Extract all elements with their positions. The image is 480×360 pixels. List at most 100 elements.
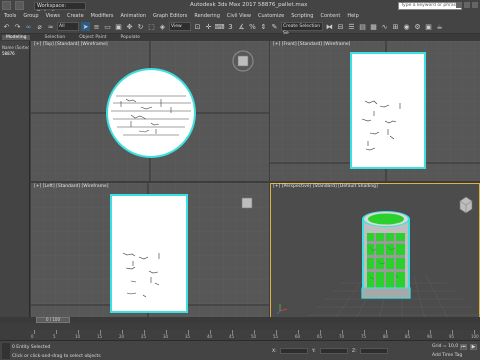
timeline-tick-label: 90 bbox=[427, 334, 433, 339]
go-to-start-icon[interactable]: ⏮ bbox=[460, 344, 467, 350]
snaps-toggle-icon[interactable]: 3 bbox=[226, 22, 235, 31]
menu-modifiers[interactable]: Modifiers bbox=[91, 13, 114, 19]
angle-snap-icon[interactable]: ∡ bbox=[237, 22, 246, 31]
minimize-icon[interactable] bbox=[456, 2, 462, 8]
scene-explorer-icon[interactable]: ☰ bbox=[347, 22, 356, 31]
z-coord-field[interactable] bbox=[360, 348, 388, 354]
tab-selection[interactable]: Selection bbox=[44, 35, 65, 40]
timeline-tick-label: 10 bbox=[75, 334, 81, 339]
timeline-tick-label: 30 bbox=[163, 334, 169, 339]
viewport-top-label[interactable]: [+] [Top] [Standard] [Wireframe] bbox=[34, 42, 108, 47]
render-icon[interactable]: ☕ bbox=[435, 22, 444, 31]
menu-animation[interactable]: Animation bbox=[121, 13, 147, 19]
tab-modeling[interactable]: Modeling bbox=[2, 35, 31, 40]
axis-gizmo bbox=[276, 304, 288, 315]
menu-views[interactable]: Views bbox=[46, 13, 60, 19]
viewport-perspective-canvas bbox=[276, 196, 480, 323]
menu-graph-editors[interactable]: Graph Editors bbox=[153, 13, 187, 19]
app-menu-icon[interactable] bbox=[2, 1, 11, 10]
viewport-top[interactable]: [+] [Top] [Standard] [Wireframe] bbox=[31, 41, 269, 181]
viewcube-left bbox=[241, 197, 253, 209]
time-slider-handle[interactable]: 0 / 100 bbox=[36, 317, 70, 323]
grid-size: Grid = 10,0 bbox=[432, 344, 459, 349]
pivot-icon[interactable]: ⊡ bbox=[193, 22, 202, 31]
named-selection-dropdown[interactable]: Create Selection Se bbox=[281, 22, 323, 36]
reference-coordinate-dropdown[interactable]: View bbox=[169, 22, 191, 31]
select-manipulate-icon[interactable]: ✛ bbox=[204, 22, 213, 31]
tab-object-paint[interactable]: Object Paint bbox=[79, 35, 106, 40]
menu-help[interactable]: Help bbox=[347, 13, 358, 19]
redo-icon[interactable]: ↷ bbox=[13, 22, 22, 31]
rotate-icon[interactable]: ↻ bbox=[136, 22, 145, 31]
window-crossing-icon[interactable]: ▣ bbox=[114, 22, 123, 31]
menu-tools[interactable]: Tools bbox=[4, 13, 16, 19]
scene-explorer-item[interactable]: 58876 bbox=[0, 51, 29, 57]
menu-civil-view[interactable]: Civil View bbox=[227, 13, 251, 19]
edit-named-selection-icon[interactable]: ✎ bbox=[270, 22, 279, 31]
keyboard-shortcut-icon[interactable]: ⌨ bbox=[214, 22, 224, 31]
bind-spacewarp-icon[interactable]: ≈ bbox=[46, 22, 55, 31]
x-coord-label: X: bbox=[272, 349, 277, 354]
play-icon[interactable]: ▶ bbox=[470, 344, 477, 350]
maxscript-listener[interactable] bbox=[2, 343, 10, 359]
timeline-tick-label: 0 bbox=[31, 334, 34, 339]
menu-scripting[interactable]: Scripting bbox=[291, 13, 313, 19]
viewport-left[interactable]: [+] [Left] [Standard] [Wireframe] bbox=[31, 183, 269, 323]
menu-group[interactable]: Group bbox=[23, 13, 38, 19]
menu-bar: Tools Group Views Create Modifiers Anima… bbox=[0, 11, 480, 20]
viewport-perspective-label[interactable]: [+] [Perspective] [Standard] [Default Sh… bbox=[273, 184, 378, 189]
move-icon[interactable]: ✥ bbox=[125, 22, 134, 31]
scale-icon[interactable]: ⬚ bbox=[147, 22, 156, 31]
title-bar: Workspace: Default Autodesk 3ds Max 2017… bbox=[0, 0, 480, 16]
track-bar[interactable]: 0 5 10 15 20 25 30 35 40 45 50 55 60 65 70 75 80 85 90 95 10… bbox=[30, 330, 480, 340]
align-icon[interactable]: ⊟ bbox=[336, 22, 345, 31]
scene-explorer-panel: Name (Sorted Asc) 58876 bbox=[0, 41, 30, 317]
timeline-tick-label: 50 bbox=[251, 334, 257, 339]
schematic-view-icon[interactable]: ⊞ bbox=[391, 22, 400, 31]
link-icon[interactable]: ∞ bbox=[24, 22, 33, 31]
viewport-left-label[interactable]: [+] [Left] [Standard] [Wireframe] bbox=[34, 184, 109, 189]
new-file-icon[interactable] bbox=[15, 1, 24, 10]
rect-selection-icon[interactable]: ▭ bbox=[103, 22, 112, 31]
mirror-icon[interactable]: ⧓ bbox=[325, 22, 334, 31]
place-icon[interactable]: ◈ bbox=[158, 22, 167, 31]
viewport-perspective[interactable]: [+] [Perspective] [Standard] [Default Sh… bbox=[270, 183, 480, 323]
material-editor-icon[interactable]: ◉ bbox=[402, 22, 411, 31]
window-controls bbox=[456, 2, 478, 8]
select-by-name-icon[interactable]: ≡ bbox=[92, 22, 101, 31]
viewport-front-label[interactable]: [+] [Front] [Standard] [Wireframe] bbox=[273, 42, 350, 47]
search-input[interactable]: Type a keyword or phrase bbox=[398, 2, 462, 10]
timeline-tick-label: 25 bbox=[141, 334, 147, 339]
menu-rendering[interactable]: Rendering bbox=[194, 13, 220, 19]
y-coord-field[interactable] bbox=[320, 348, 348, 354]
viewport-top-canvas bbox=[31, 41, 269, 181]
render-setup-icon[interactable]: ⚙ bbox=[413, 22, 422, 31]
menu-create[interactable]: Create bbox=[67, 13, 84, 19]
timeline-tick bbox=[34, 330, 35, 334]
time-slider-track[interactable]: 0 / 100 bbox=[0, 317, 480, 323]
timeline-tick-label: 15 bbox=[97, 334, 103, 339]
select-object-icon[interactable]: ➤ bbox=[81, 22, 90, 31]
tab-populate[interactable]: Populate bbox=[120, 35, 140, 40]
close-icon[interactable] bbox=[472, 2, 478, 8]
percent-snap-icon[interactable]: % bbox=[248, 22, 257, 31]
timeline-tick-label: 40 bbox=[207, 334, 213, 339]
unlink-icon[interactable]: ⌀ bbox=[35, 22, 44, 31]
layer-explorer-icon[interactable]: ▤ bbox=[358, 22, 367, 31]
viewport-front[interactable]: [+] [Front] [Standard] [Wireframe] bbox=[270, 41, 480, 181]
add-time-tag-button[interactable]: Add Time Tag bbox=[432, 353, 462, 358]
menu-content[interactable]: Content bbox=[320, 13, 340, 19]
menu-customize[interactable]: Customize bbox=[258, 13, 284, 19]
ribbon-toggle-icon[interactable]: ▦ bbox=[369, 22, 378, 31]
undo-icon[interactable]: ↶ bbox=[2, 22, 11, 31]
maximize-icon[interactable] bbox=[464, 2, 470, 8]
viewcube-perspective bbox=[459, 196, 473, 214]
rendered-frame-icon[interactable]: ▣ bbox=[424, 22, 433, 31]
workspace-dropdown[interactable]: Workspace: Default bbox=[34, 1, 86, 16]
selection-status: 0 Entity Selected bbox=[12, 345, 51, 350]
x-coord-field[interactable] bbox=[280, 348, 308, 354]
selection-filter-dropdown[interactable]: All bbox=[57, 22, 79, 31]
timeline-tick-label: 65 bbox=[317, 334, 323, 339]
curve-editor-icon[interactable]: ∿ bbox=[380, 22, 389, 31]
spinner-snap-icon[interactable]: ⇕ bbox=[259, 22, 268, 31]
